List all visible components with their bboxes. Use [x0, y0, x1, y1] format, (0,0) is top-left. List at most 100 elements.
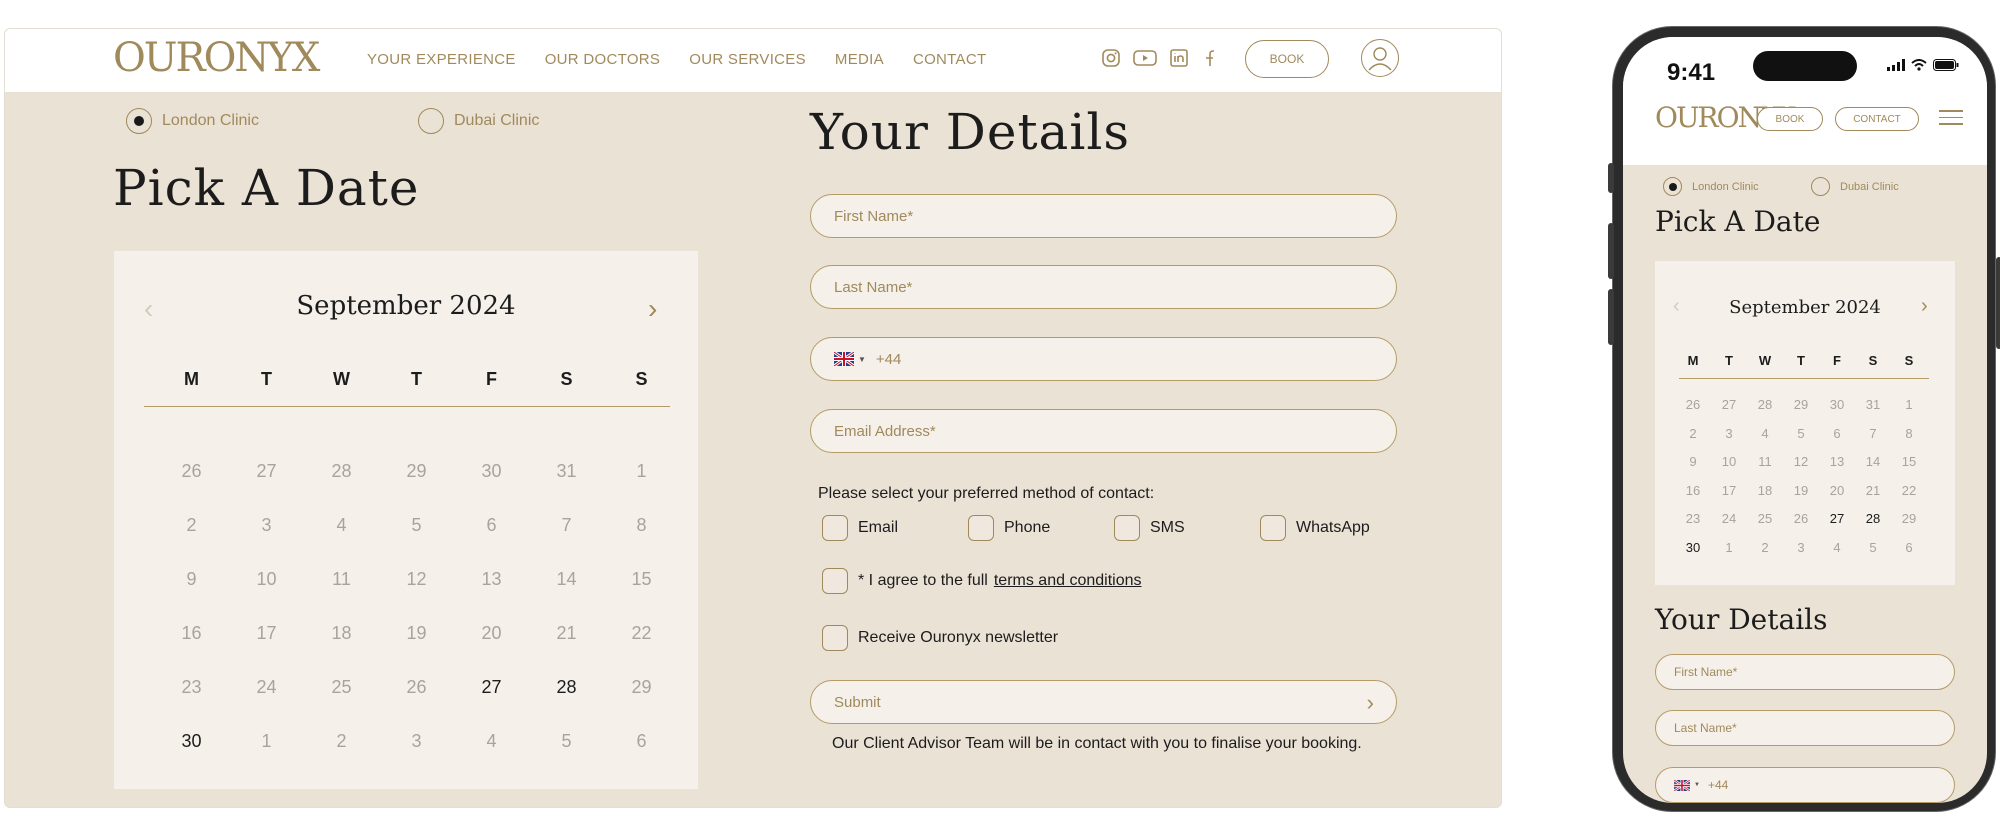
- clinic-label-london: London Clinic: [162, 112, 259, 129]
- checkbox[interactable]: [1260, 515, 1286, 541]
- mobile-contact-button[interactable]: CONTACT: [1835, 107, 1919, 131]
- nav-our-services[interactable]: OUR SERVICES: [689, 51, 806, 68]
- uk-flag-icon[interactable]: [1674, 779, 1690, 791]
- calendar-day: 6: [1833, 425, 1841, 441]
- newsletter-label: Receive Ouronyx newsletter: [858, 629, 1059, 646]
- chevron-down-icon[interactable]: ▼: [1694, 782, 1700, 788]
- checkbox-sms[interactable]: SMS: [1114, 515, 1185, 541]
- weekday-label: T: [261, 369, 272, 389]
- calendar-day: 16: [181, 623, 202, 643]
- calendar-day: 19: [1793, 482, 1809, 498]
- calendar-day: 7: [561, 515, 572, 535]
- calendar-day[interactable]: 27: [1819, 511, 1855, 540]
- instagram-icon[interactable]: [1101, 48, 1121, 68]
- calendar-day: 2: [1761, 539, 1769, 555]
- calendar-day: 28: [331, 461, 352, 481]
- calendar-day[interactable]: 30: [1675, 540, 1711, 569]
- mobile-clinic-option-dubai[interactable]: Dubai Clinic: [1811, 177, 1899, 196]
- status-time: 9:41: [1667, 59, 1716, 86]
- battery-icon: [1933, 59, 1959, 71]
- terms-text: * I agree to the full: [858, 572, 988, 589]
- weekday-label: W: [1758, 353, 1772, 368]
- calendar-day[interactable]: 27: [454, 677, 529, 731]
- calendar-day: 21: [556, 623, 577, 643]
- calendar-day[interactable]: 28: [529, 677, 604, 731]
- mobile-phone-frame: 9:41 OURONYX BOOK CONTACT London Clinic …: [1608, 26, 2000, 812]
- calendar-day: 12: [1793, 454, 1809, 469]
- calendar-month: September 2024: [1729, 297, 1881, 318]
- next-month-icon[interactable]: ›: [1921, 295, 1928, 318]
- calendar-day: 23: [181, 677, 202, 697]
- calendar-day: 4: [1761, 425, 1769, 441]
- calendar-day: 13: [1829, 454, 1845, 469]
- calendar-day: 1: [636, 461, 647, 481]
- calendar-day: 30: [481, 461, 502, 481]
- weekday-label: M: [184, 369, 199, 389]
- weekday-label: S: [635, 369, 648, 389]
- first-name-field[interactable]: First Name*: [810, 194, 1397, 238]
- mobile-clinic-option-london[interactable]: London Clinic: [1663, 177, 1759, 196]
- clinic-option-london[interactable]: London Clinic: [126, 108, 259, 134]
- checkbox-label: WhatsApp: [1296, 519, 1370, 536]
- brand-logo[interactable]: OURONYX: [113, 35, 320, 81]
- hamburger-menu-icon[interactable]: [1939, 110, 1963, 130]
- calendar-day[interactable]: 30: [154, 731, 229, 785]
- calendar-day[interactable]: 28: [1855, 511, 1891, 540]
- newsletter-checkbox-row[interactable]: Receive Ouronyx newsletter: [822, 625, 1058, 651]
- calendar-day: 20: [1829, 482, 1845, 498]
- calendar-day: 9: [186, 569, 197, 589]
- email-field[interactable]: Email Address*: [810, 409, 1397, 453]
- clinic-option-dubai[interactable]: Dubai Clinic: [418, 108, 539, 134]
- calendar-day: 28: [1757, 397, 1773, 412]
- radio-selected[interactable]: [1663, 177, 1682, 196]
- nav-contact[interactable]: CONTACT: [913, 51, 986, 68]
- account-icon[interactable]: [1361, 39, 1399, 77]
- calendar-day: 6: [636, 731, 647, 751]
- calendar-divider: [1679, 378, 1929, 379]
- mobile-first-name-field[interactable]: First Name*: [1655, 654, 1955, 690]
- calendar-day: 10: [1721, 454, 1737, 469]
- calendar-divider: [144, 406, 670, 407]
- nav-our-doctors[interactable]: OUR DOCTORS: [545, 51, 661, 68]
- calendar-day: 13: [481, 569, 502, 589]
- checkbox[interactable]: [822, 625, 848, 651]
- calendar-day: 14: [1865, 454, 1881, 469]
- radio-unselected[interactable]: [1811, 177, 1830, 196]
- weekday-header: M T W T F S S: [1675, 353, 1927, 368]
- clinic-label-dubai: Dubai Clinic: [454, 112, 540, 129]
- mobile-book-button[interactable]: BOOK: [1757, 107, 1823, 131]
- checkbox[interactable]: [822, 568, 848, 594]
- checkbox-phone[interactable]: Phone: [968, 515, 1050, 541]
- terms-checkbox-row[interactable]: * I agree to the full terms and conditio…: [822, 568, 1142, 594]
- radio-unselected[interactable]: [418, 108, 444, 134]
- calendar-day: 3: [1725, 425, 1733, 441]
- submit-button[interactable]: Submit ›: [810, 680, 1397, 724]
- last-name-field[interactable]: Last Name*: [810, 265, 1397, 309]
- mobile-phone-field[interactable]: ▼ +44: [1655, 767, 1955, 803]
- calendar-day: 19: [406, 623, 427, 643]
- nav-media[interactable]: MEDIA: [835, 51, 884, 68]
- main-menu: YOUR EXPERIENCE OUR DOCTORS OUR SERVICES…: [367, 51, 986, 68]
- next-month-icon[interactable]: ›: [648, 293, 657, 325]
- terms-link[interactable]: terms and conditions: [994, 572, 1142, 590]
- phone-code: +44: [1707, 778, 1729, 792]
- checkbox-email[interactable]: Email: [822, 515, 898, 541]
- phone-volume-up: [1608, 223, 1614, 279]
- linkedin-icon[interactable]: [1169, 48, 1189, 68]
- facebook-icon[interactable]: [1201, 48, 1215, 68]
- chevron-down-icon[interactable]: ▼: [858, 355, 866, 364]
- uk-flag-icon[interactable]: [834, 352, 854, 366]
- calendar-day: 3: [261, 515, 272, 535]
- checkbox[interactable]: [968, 515, 994, 541]
- radio-selected[interactable]: [126, 108, 152, 134]
- mobile-last-name-field[interactable]: Last Name*: [1655, 710, 1955, 746]
- calendar-day: 5: [1869, 539, 1877, 555]
- checkbox[interactable]: [822, 515, 848, 541]
- nav-your-experience[interactable]: YOUR EXPERIENCE: [367, 51, 516, 68]
- book-button[interactable]: BOOK: [1245, 40, 1329, 78]
- checkbox-whatsapp[interactable]: WhatsApp: [1260, 515, 1370, 541]
- phone-field[interactable]: ▼ +44: [810, 337, 1397, 381]
- checkbox[interactable]: [1114, 515, 1140, 541]
- youtube-icon[interactable]: [1133, 48, 1157, 68]
- calendar-day: 27: [256, 461, 277, 481]
